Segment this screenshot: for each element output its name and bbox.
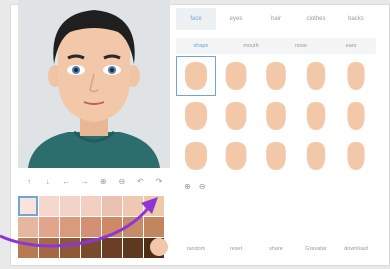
subtab-mouth[interactable]: mouth xyxy=(226,38,276,54)
skin-swatch[interactable] xyxy=(60,217,80,237)
face-shape-option[interactable] xyxy=(176,136,216,176)
download-button[interactable]: download xyxy=(336,242,376,256)
face-shape-option[interactable] xyxy=(216,56,256,96)
skin-swatch[interactable] xyxy=(81,238,101,258)
skin-swatch[interactable] xyxy=(18,196,38,216)
skin-swatch[interactable] xyxy=(39,217,59,237)
skin-color-palette xyxy=(18,196,172,260)
reset-button[interactable]: reset xyxy=(216,242,256,256)
face-shape-option[interactable] xyxy=(336,136,376,176)
face-shape-option[interactable] xyxy=(216,136,256,176)
face-shape-icon xyxy=(306,62,326,90)
tab-eyes[interactable]: eyes xyxy=(216,8,256,30)
face-shape-icon xyxy=(185,142,207,170)
face-shape-icon xyxy=(225,62,247,90)
zoom-out-icon[interactable]: ⊖ xyxy=(199,182,206,194)
gravatar-button[interactable]: Gravatar xyxy=(296,242,336,256)
face-shape-icon xyxy=(306,102,326,130)
skin-swatch[interactable] xyxy=(144,196,164,216)
face-shape-icon xyxy=(347,62,365,90)
custom-color-swatch[interactable] xyxy=(150,238,168,256)
zoom-out-icon[interactable]: ⊖ xyxy=(115,174,129,188)
face-shape-icon xyxy=(266,62,286,90)
skin-swatch[interactable] xyxy=(60,238,80,258)
face-shape-icon xyxy=(306,142,326,170)
avatar-preview xyxy=(18,0,170,168)
zoom-in-icon[interactable]: ⊕ xyxy=(96,174,110,188)
undo-icon[interactable]: ↶ xyxy=(133,174,147,188)
share-button[interactable]: share xyxy=(256,242,296,256)
skin-swatch[interactable] xyxy=(123,238,143,258)
subtab-nose[interactable]: nose xyxy=(276,38,326,54)
face-shape-icon xyxy=(347,102,365,130)
face-shape-option[interactable] xyxy=(256,56,296,96)
face-shape-option[interactable] xyxy=(256,136,296,176)
face-shape-option[interactable] xyxy=(216,96,256,136)
face-shape-icon xyxy=(225,102,247,130)
face-shape-option[interactable] xyxy=(296,96,336,136)
skin-swatch[interactable] xyxy=(18,238,38,258)
face-shape-option[interactable] xyxy=(296,136,336,176)
skin-swatch[interactable] xyxy=(102,196,122,216)
redo-icon[interactable]: ↷ xyxy=(152,174,166,188)
subtab-shape[interactable]: shape xyxy=(176,38,226,54)
face-shape-grid xyxy=(176,56,376,176)
action-bar: random reset share Gravatar download xyxy=(176,242,376,256)
arrow-right-icon[interactable]: → xyxy=(78,174,92,188)
skin-swatch[interactable] xyxy=(39,196,59,216)
position-toolbar: ↑ ↓ ← → ⊕ ⊖ ↶ ↷ xyxy=(18,174,170,188)
face-shape-option[interactable] xyxy=(176,96,216,136)
subtab-ears[interactable]: ears xyxy=(326,38,376,54)
arrow-down-icon[interactable]: ↓ xyxy=(41,174,55,188)
avatar-illustration xyxy=(28,10,160,168)
face-shape-icon xyxy=(266,142,286,170)
skin-swatch[interactable] xyxy=(102,217,122,237)
arrow-up-icon[interactable]: ↑ xyxy=(22,174,36,188)
tab-clothes[interactable]: clothes xyxy=(296,8,336,30)
face-shape-icon xyxy=(185,62,207,90)
skin-swatch[interactable] xyxy=(144,217,164,237)
skin-swatch[interactable] xyxy=(18,217,38,237)
tab-hair[interactable]: hair xyxy=(256,8,296,30)
face-shape-icon xyxy=(347,142,365,170)
tab-face[interactable]: face xyxy=(176,8,216,30)
face-shape-icon xyxy=(266,102,286,130)
face-shape-option[interactable] xyxy=(336,56,376,96)
zoom-in-icon[interactable]: ⊕ xyxy=(184,182,191,194)
skin-swatch[interactable] xyxy=(39,238,59,258)
category-tabs: face eyes hair clothes backs xyxy=(176,8,376,30)
face-shape-icon xyxy=(225,142,247,170)
skin-swatch[interactable] xyxy=(123,196,143,216)
skin-swatch[interactable] xyxy=(60,196,80,216)
face-shape-option[interactable] xyxy=(336,96,376,136)
face-subtabs: shape mouth nose ears xyxy=(176,38,376,54)
arrow-left-icon[interactable]: ← xyxy=(59,174,73,188)
skin-swatch[interactable] xyxy=(81,217,101,237)
face-shape-option[interactable] xyxy=(296,56,336,96)
random-button[interactable]: random xyxy=(176,242,216,256)
face-shape-icon xyxy=(185,102,207,130)
grid-zoom-controls: ⊕ ⊖ xyxy=(184,182,220,194)
skin-swatch[interactable] xyxy=(102,238,122,258)
skin-swatch[interactable] xyxy=(123,217,143,237)
tab-backs[interactable]: backs xyxy=(336,8,376,30)
skin-swatch[interactable] xyxy=(81,196,101,216)
face-shape-option[interactable] xyxy=(256,96,296,136)
face-shape-option[interactable] xyxy=(176,56,216,96)
